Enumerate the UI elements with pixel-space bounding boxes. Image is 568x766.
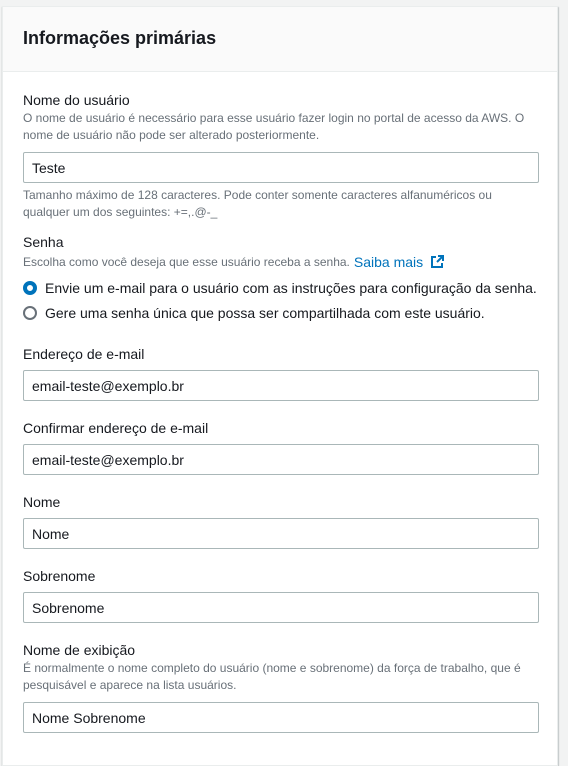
first-name-input[interactable] [23,518,539,549]
username-field: Nome do usuário O nome de usuário é nece… [23,91,539,221]
learn-more-label: Saiba mais [353,254,424,270]
display-name-description: É normalmente o nome completo do usuário… [23,661,521,692]
display-name-input[interactable] [23,702,539,733]
radio-label: Envie um e-mail para o usuário com as in… [45,280,537,296]
first-name-field: Nome [23,493,539,549]
username-description: O nome de usuário é necessário para esse… [23,111,525,142]
radio-option-one-time-password[interactable]: Gere uma senha única que possa ser compa… [23,302,539,324]
password-label: Senha [23,234,64,250]
confirm-email-input[interactable] [23,444,539,475]
external-link-icon [431,255,445,268]
last-name-field: Sobrenome [23,567,539,623]
radio-option-email-instructions[interactable]: Envie um e-mail para o usuário com as in… [23,277,539,299]
radio-button[interactable] [23,306,37,320]
username-constraint: Tamanho máximo de 128 caracteres. Pode c… [23,188,492,219]
email-label: Endereço de e-mail [23,346,145,362]
password-field: Senha Escolha como você deseja que esse … [23,233,539,324]
last-name-label: Sobrenome [23,568,96,584]
confirm-email-label: Confirmar endereço de e-mail [23,420,209,436]
email-field: Endereço de e-mail [23,345,539,401]
primary-info-panel: Informações primárias Nome do usuário O … [2,6,558,766]
first-name-label: Nome [23,494,61,510]
password-description: Escolha como você deseja que esse usuári… [23,255,350,269]
username-label: Nome do usuário [23,92,130,108]
radio-label: Gere uma senha única que possa ser compa… [45,305,485,321]
display-name-label: Nome de exibição [23,642,136,658]
password-options: Envie um e-mail para o usuário com as in… [23,277,539,324]
last-name-input[interactable] [23,592,539,623]
username-input[interactable] [23,152,539,183]
panel-header: Informações primárias [3,7,557,72]
password-description-row: Escolha como você deseja que esse usuári… [23,254,539,271]
display-name-field: Nome de exibição É normalmente o nome co… [23,641,539,733]
learn-more-link[interactable]: Saiba mais [353,254,445,271]
email-input[interactable] [23,370,539,401]
confirm-email-field: Confirmar endereço de e-mail [23,419,539,475]
radio-button-selected[interactable] [23,281,37,295]
section-title: Informações primárias [23,27,217,48]
